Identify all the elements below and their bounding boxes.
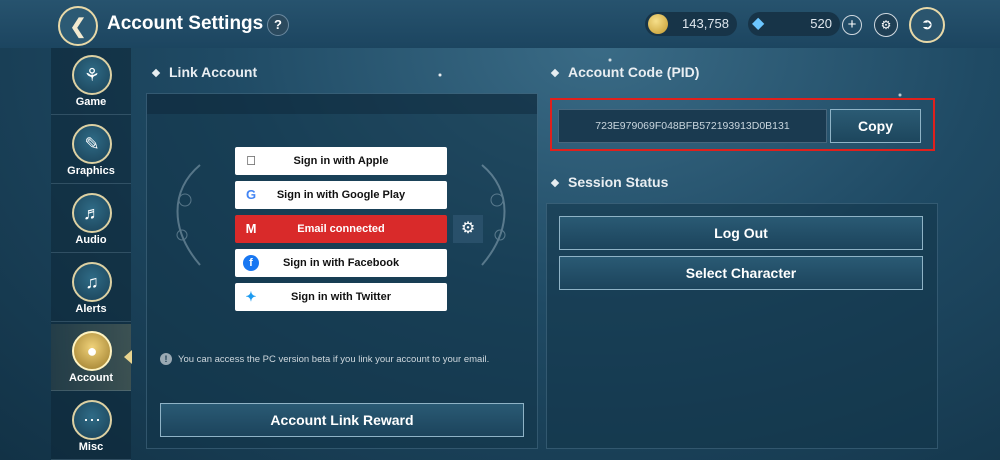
email-connected-button[interactable]: M Email connected [235, 215, 447, 243]
select-character-button[interactable]: Select Character [559, 256, 923, 290]
sidebar-item-account[interactable]: ● Account [51, 324, 131, 391]
gem-amount: 520 [810, 16, 832, 31]
back-button[interactable]: ❮ [58, 6, 98, 46]
sidebar-item-label: Game [75, 96, 107, 108]
sign-in-facebook-label: Sign in with Facebook [282, 257, 400, 269]
session-status-heading-text: Session Status [568, 174, 669, 190]
gold-coin-icon [648, 14, 668, 34]
sidebar-item-game[interactable]: ⚘ Game [51, 48, 131, 115]
log-out-button[interactable]: Log Out [559, 216, 923, 250]
link-account-heading: Link Account [151, 64, 258, 80]
info-icon: ! [160, 353, 172, 365]
pc-beta-info: ! You can access the PC version beta if y… [160, 352, 520, 367]
sidebar-item-audio[interactable]: ♬ Audio [51, 186, 131, 253]
account-link-reward-button[interactable]: Account Link Reward [160, 403, 524, 437]
settings-shortcut-icon[interactable]: ⚙ [874, 13, 898, 37]
sign-in-google-label: Sign in with Google Play [276, 189, 406, 201]
sidebar-item-label: Alerts [75, 303, 107, 315]
speaker-icon: ♬ [72, 193, 112, 233]
account-code-heading: Account Code (PID) [550, 64, 700, 80]
exit-door-icon: ➲ [920, 16, 934, 33]
user-icon: ● [72, 331, 112, 371]
active-tab-caret-icon [124, 350, 132, 364]
ellipsis-icon: ⋯ [72, 400, 112, 440]
sidebar-item-label: Misc [78, 441, 104, 453]
sidebar-item-label: Audio [75, 234, 107, 246]
gold-currency: 143,758 [645, 12, 737, 36]
account-code-heading-text: Account Code (PID) [568, 64, 700, 80]
diamond-bullet-icon [550, 69, 560, 78]
email-connected-label: Email connected [297, 223, 385, 235]
diamond-bullet-icon [151, 69, 161, 78]
palette-icon: ✎ [72, 124, 112, 164]
back-arrow-icon: ❮ [69, 15, 87, 38]
sign-in-facebook-button[interactable]: f Sign in with Facebook [235, 249, 447, 277]
gem-currency: ◆ 520 [748, 12, 840, 36]
highlight-frame [550, 98, 935, 151]
add-gems-button[interactable]: + [842, 15, 862, 35]
link-account-heading-text: Link Account [169, 64, 258, 80]
help-button[interactable]: ? [267, 14, 289, 36]
sign-in-twitter-label: Sign in with Twitter [290, 291, 391, 303]
sidebar-item-label: Graphics [67, 165, 115, 177]
pc-beta-info-text: You can access the PC version beta if yo… [178, 354, 490, 365]
session-status-heading: Session Status [550, 174, 669, 190]
sidebar-item-alerts[interactable]: ♫ Alerts [51, 255, 131, 322]
diamond-bullet-icon [550, 179, 560, 188]
sign-in-apple-label: Sign in with Apple [293, 155, 389, 167]
exit-button[interactable]: ➲ [909, 7, 945, 43]
sign-in-google-button[interactable]: G Sign in with Google Play [235, 181, 447, 209]
gold-amount: 143,758 [682, 16, 729, 31]
page-title: Account Settings [107, 13, 264, 34]
sidebar-item-misc[interactable]: ⋯ Misc [51, 393, 131, 460]
gamepad-icon: ⚘ [72, 55, 112, 95]
gear-icon: ⚙ [460, 220, 476, 237]
bell-icon: ♫ [72, 262, 112, 302]
sign-in-apple-button[interactable]:  Sign in with Apple [235, 147, 447, 175]
sidebar-item-label: Account [69, 372, 113, 384]
email-settings-button[interactable]: ⚙ [453, 215, 483, 243]
left-vine-ornament [176, 164, 201, 266]
sidebar-item-graphics[interactable]: ✎ Graphics [51, 117, 131, 184]
top-bar: ❮ Account Settings ? 143,758 ◆ 520 + ⚙ ➲ [0, 0, 1000, 48]
settings-sidebar: ⚘ Game ✎ Graphics ♬ Audio ♫ Alerts ● Acc… [51, 48, 131, 460]
gem-icon: ◆ [752, 15, 765, 32]
panel-header-strip [147, 94, 537, 114]
sign-in-twitter-button[interactable]: ✦ Sign in with Twitter [235, 283, 447, 311]
